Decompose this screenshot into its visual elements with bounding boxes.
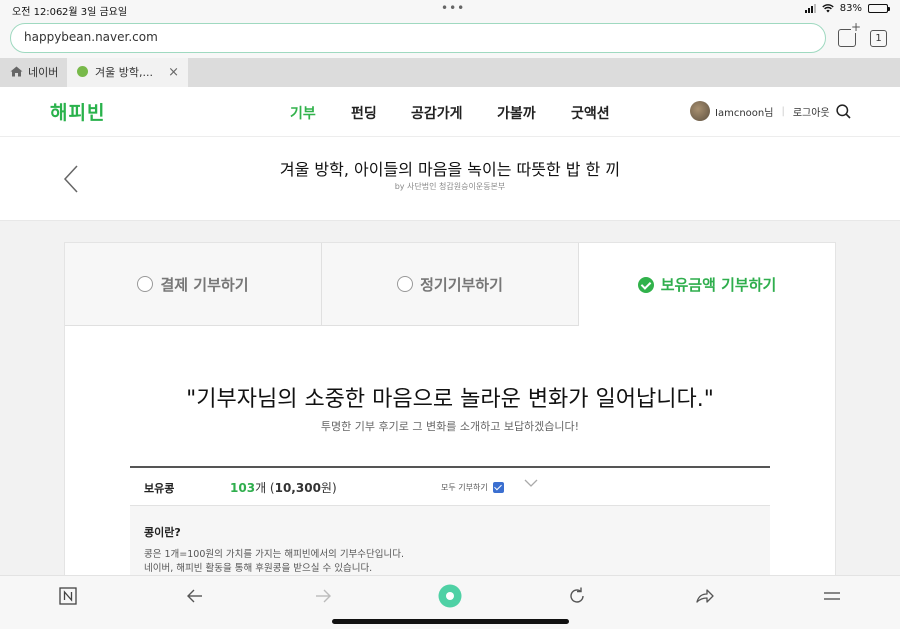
page-title: 겨울 방학, 아이들의 마음을 녹이는 따뜻한 밥 한 끼 (279, 160, 621, 179)
site-logo[interactable]: 해피빈 (50, 98, 105, 125)
tab-label: 보유금액 기부하기 (660, 276, 777, 294)
back-arrow-icon[interactable] (185, 586, 205, 606)
bean-unit: 개 ( (255, 481, 275, 495)
url-field[interactable]: happybean.naver.com (10, 23, 826, 53)
green-dot-icon[interactable] (438, 584, 462, 608)
address-bar-area: happybean.naver.com 1 (0, 18, 900, 58)
tab-naver[interactable]: 네이버 (0, 58, 66, 87)
bean-label: 보유콩 (144, 482, 175, 495)
content-area: 결제 기부하기 정기기부하기 보유금액 기부하기 "기부자님의 소중한 마음으로… (0, 221, 900, 586)
status-date: 2월 3일 금요일 (62, 7, 128, 18)
donation-method-tabs: 결제 기부하기 정기기부하기 보유금액 기부하기 (65, 243, 835, 326)
bean-won-value: 10,300 (274, 481, 321, 495)
naver-n-icon[interactable] (58, 586, 78, 606)
bean-balance-row: 보유콩 103개 (10,300원) 모두 기부하기 (130, 466, 770, 506)
home-indicator[interactable] (332, 619, 569, 624)
donate-all-label: 모두 기부하기 (441, 483, 488, 492)
forward-arrow-icon[interactable] (313, 586, 333, 606)
info-line: 네이버, 해피빈 활동을 통해 후원콩을 받으실 수 있습니다. (144, 563, 373, 574)
share-icon[interactable] (695, 586, 715, 606)
radio-icon (397, 276, 414, 292)
nav-donate[interactable]: 기부 (290, 103, 316, 123)
status-time: 오전 12:06 (12, 7, 63, 18)
tab-payment-donate[interactable]: 결제 기부하기 (65, 243, 322, 326)
bean-info-box: 콩이란? 콩은 1개=100원의 가치를 가지는 해피빈에서의 기부수단입니다.… (130, 506, 770, 586)
tab-label: 네이버 (28, 66, 59, 79)
close-tab-icon[interactable]: × (168, 58, 179, 87)
nav-visit[interactable]: 가볼까 (497, 103, 536, 123)
divider: | (781, 105, 785, 117)
avatar[interactable] (690, 101, 710, 121)
multitask-dots-icon[interactable]: ••• (441, 1, 465, 15)
browser-tabs: 네이버 겨울 방학,... × (0, 58, 900, 87)
radio-icon (137, 276, 154, 292)
donate-all-checkbox[interactable] (492, 482, 504, 493)
check-circle-icon (637, 276, 654, 293)
article-header: 겨울 방학, 아이들의 마음을 녹이는 따뜻한 밥 한 끼 by 사단법인 청갑… (0, 137, 900, 221)
donation-panel: 결제 기부하기 정기기부하기 보유금액 기부하기 "기부자님의 소중한 마음으로… (64, 242, 836, 586)
bean-won-unit: 원) (320, 481, 337, 495)
nav-good-action[interactable]: 굿액션 (571, 103, 610, 123)
tab-label: 결제 기부하기 (160, 275, 249, 294)
home-icon (10, 66, 23, 77)
donation-subquote: 투명한 기부 후기로 그 변화를 소개하고 보답하겠습니다! (320, 420, 580, 433)
menu-icon[interactable] (822, 586, 842, 606)
status-indicators: 83% (804, 3, 890, 14)
chevron-down-icon[interactable] (524, 478, 538, 488)
happybean-favicon-icon (77, 66, 88, 77)
status-bar: 오전 12:06 2월 3일 금요일 ••• 83% (0, 0, 900, 18)
donate-all-option[interactable]: 모두 기부하기 (441, 482, 504, 493)
logout-link[interactable]: 로그아웃 (793, 104, 830, 119)
bean-count-number: 103 (230, 481, 256, 495)
nav-store[interactable]: 공감가게 (411, 103, 463, 123)
cellular-signal-icon (804, 4, 816, 13)
reload-icon[interactable] (567, 586, 587, 606)
browser-toolbar (0, 575, 900, 629)
user-name[interactable]: Iamcnoon님 (715, 104, 773, 119)
page-byline: by 사단법인 청갑원승이운동본부 (394, 182, 506, 191)
donation-quote: "기부자님의 소중한 마음으로 놀라운 변화가 일어납니다." (186, 387, 714, 412)
info-title: 콩이란? (144, 526, 181, 539)
wifi-icon (822, 4, 834, 13)
tab-active-article[interactable]: 겨울 방학,... × (67, 58, 188, 87)
info-line: 콩은 1개=100원의 가치를 가지는 해피빈에서의 기부수단입니다. (144, 549, 405, 560)
user-area: Iamcnoon님 | 로그아웃 (690, 101, 830, 121)
tab-count-button[interactable]: 1 (870, 30, 887, 47)
search-icon[interactable] (836, 104, 851, 119)
tab-label: 겨울 방학,... (95, 66, 153, 79)
nav-funding[interactable]: 펀딩 (351, 103, 377, 123)
new-tab-icon[interactable] (838, 21, 861, 47)
bean-count: 103개 (10,300원) (230, 479, 337, 496)
tab-regular-donate[interactable]: 정기기부하기 (322, 243, 579, 326)
tab-label: 정기기부하기 (420, 275, 503, 294)
battery-percent: 83% (839, 3, 862, 14)
battery-icon (868, 4, 890, 13)
site-header: 해피빈 기부 펀딩 공감가게 가볼까 굿액션 Iamcnoon님 | 로그아웃 (0, 87, 900, 137)
tab-balance-donate[interactable]: 보유금액 기부하기 (579, 243, 835, 326)
